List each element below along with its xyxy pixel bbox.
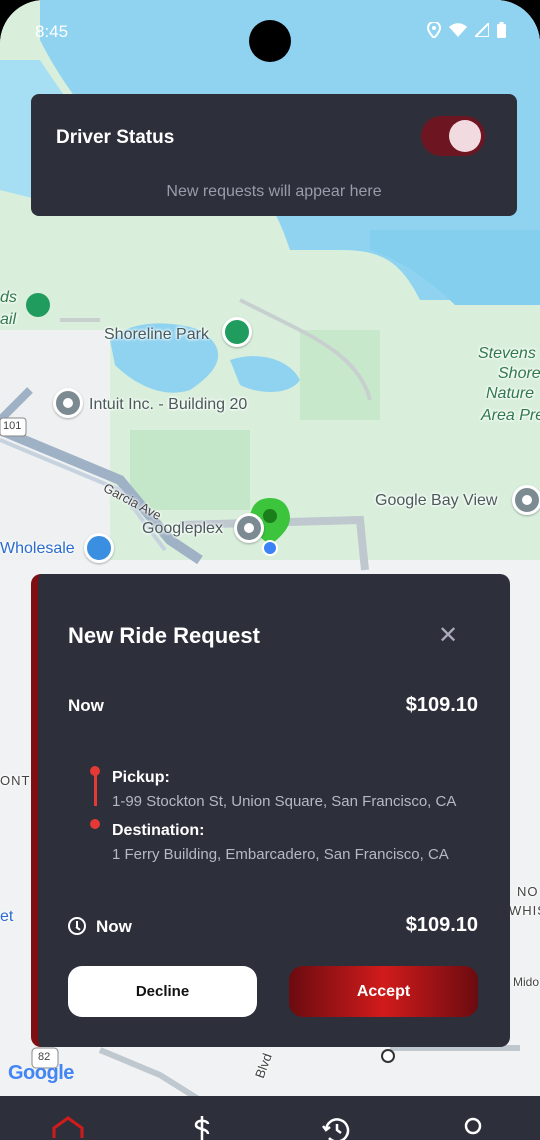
map-label-wholesale[interactable]: Wholesale bbox=[0, 540, 75, 558]
map-label-ail: ail bbox=[0, 311, 17, 328]
destination-label: Destination: bbox=[112, 822, 205, 839]
front-camera bbox=[249, 20, 291, 62]
driver-status-hint: New requests will appear here bbox=[166, 183, 382, 200]
ride-request-title: New Ride Request bbox=[68, 623, 260, 648]
park-pin-icon[interactable] bbox=[222, 317, 252, 347]
driver-status-title: Driver Status bbox=[56, 127, 175, 148]
destination-address: 1 Ferry Building, Embarcadero, San Franc… bbox=[112, 846, 449, 863]
dollar-icon[interactable] bbox=[188, 1116, 218, 1140]
location-icon bbox=[426, 20, 442, 43]
decline-button[interactable]: Decline bbox=[68, 966, 257, 1017]
ride-request-card: New Ride Request ✕ Now $109.10 Pickup: 1… bbox=[31, 574, 510, 1047]
place-pin-icon[interactable] bbox=[53, 388, 83, 418]
highway-shield-101: 101 bbox=[3, 420, 22, 432]
battery-icon bbox=[497, 22, 506, 43]
map-label-intuit[interactable]: Intuit Inc. - Building 20 bbox=[89, 396, 247, 414]
map-label-ds: ds bbox=[0, 289, 17, 306]
footer-price: $109.10 bbox=[405, 914, 478, 936]
map-label-whis: WHIS bbox=[509, 903, 540, 918]
map-label-google-bay-view[interactable]: Google Bay View bbox=[375, 492, 497, 510]
profile-icon[interactable] bbox=[460, 1116, 490, 1140]
history-icon[interactable] bbox=[322, 1116, 352, 1140]
map-label-stevens[interactable]: Stevens bbox=[478, 344, 536, 364]
signal-icon bbox=[472, 20, 490, 42]
map-label-ont: ONT bbox=[0, 773, 31, 788]
bottom-navigation bbox=[0, 1096, 540, 1140]
phone-screen: Shoreline Park Intuit Inc. - Building 20… bbox=[0, 0, 540, 1140]
map-label-shoreline-park[interactable]: Shoreline Park bbox=[104, 326, 209, 344]
system-icons bbox=[426, 20, 506, 43]
toggle-knob bbox=[449, 120, 481, 152]
map-label-nature: Nature bbox=[486, 385, 535, 402]
pickup-label: Pickup: bbox=[112, 769, 170, 786]
map-label-area-pre: Area Pre bbox=[481, 407, 540, 424]
accept-button[interactable]: Accept bbox=[289, 966, 478, 1017]
destination-dot-icon bbox=[90, 819, 100, 829]
route-line bbox=[94, 768, 97, 806]
request-time: Now bbox=[68, 696, 104, 715]
map-label-shore: Shore bbox=[498, 365, 540, 382]
place-pin-icon[interactable] bbox=[234, 513, 264, 543]
map-label-mido: Mido bbox=[513, 975, 540, 989]
footer-time: Now bbox=[96, 917, 132, 936]
driver-status-card: Driver Status New requests will appear h… bbox=[31, 94, 517, 216]
google-attribution-logo: Google bbox=[8, 1062, 74, 1085]
google-logo: Google bbox=[8, 1062, 74, 1084]
clock-time: 8:45 bbox=[35, 22, 69, 41]
place-pin-icon[interactable] bbox=[512, 485, 540, 515]
wifi-icon bbox=[449, 23, 467, 42]
home-icon[interactable] bbox=[52, 1116, 84, 1140]
map-label-et: et bbox=[0, 908, 14, 925]
request-price: $109.10 bbox=[405, 694, 478, 716]
pickup-address: 1-99 Stockton St, Union Square, San Fran… bbox=[112, 793, 457, 810]
shopping-pin-icon[interactable] bbox=[84, 533, 114, 563]
clock-icon bbox=[68, 917, 86, 935]
close-icon[interactable]: ✕ bbox=[436, 624, 460, 648]
map-label-stevens-line: Stevens bbox=[478, 345, 536, 362]
status-bar: 8:45 bbox=[0, 18, 540, 62]
driver-status-toggle[interactable] bbox=[421, 116, 485, 156]
map-label-googleplex[interactable]: Googleplex bbox=[142, 520, 223, 538]
map-label-no: NO bbox=[517, 884, 539, 899]
